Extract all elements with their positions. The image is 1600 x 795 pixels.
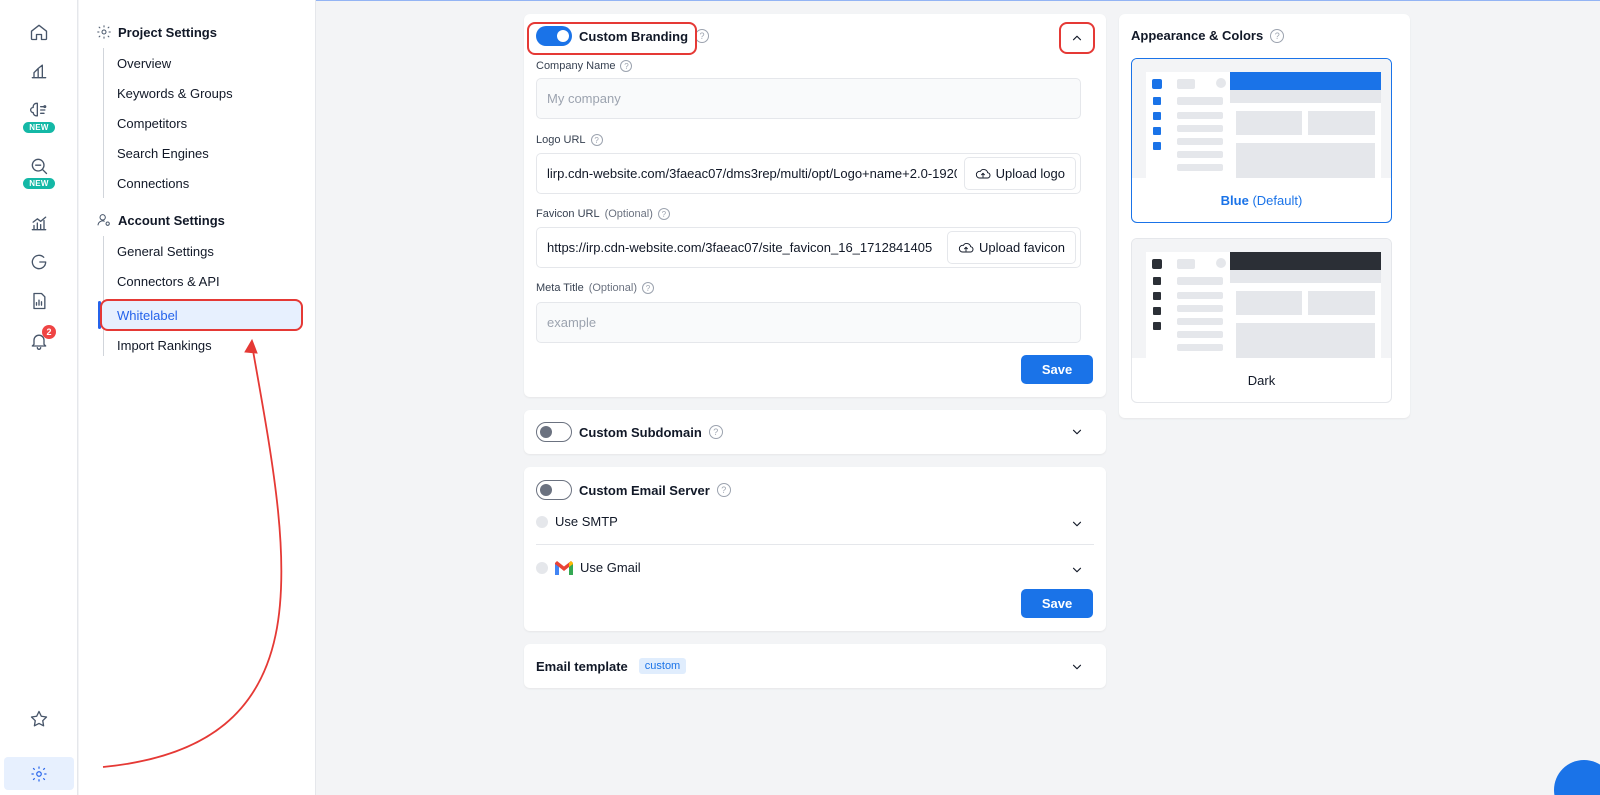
nav-guide-line <box>103 48 104 198</box>
appearance-header: Appearance & Colors ? <box>1131 28 1285 43</box>
custom-email-server-card: Custom Email Server ? Use SMTP Use Gmail… <box>524 467 1106 631</box>
gmail-icon <box>555 560 573 575</box>
custom-tag: custom <box>638 658 687 674</box>
nav-item-connectors-api[interactable]: Connectors & API <box>117 274 220 289</box>
help-icon[interactable]: ? <box>695 29 710 43</box>
new-badge: NEW <box>23 122 55 133</box>
gear-icon <box>31 766 47 781</box>
favicon-url-input[interactable]: https://irp.cdn-website.com/3faeac07/sit… <box>536 227 1081 268</box>
user-gear-icon <box>97 214 110 226</box>
logo-url-input[interactable]: lirp.cdn-website.com/3faeac07/dms3rep/mu… <box>536 153 1081 194</box>
nav-item-competitors[interactable]: Competitors <box>117 116 187 131</box>
theme-blue-preview <box>1132 59 1391 178</box>
divider <box>536 544 1094 545</box>
cloud-upload-icon <box>958 242 974 252</box>
nav-item-import-rankings[interactable]: Import Rankings <box>117 338 212 353</box>
branding-save-button[interactable]: Save <box>1021 355 1093 384</box>
settings-rail-button[interactable] <box>4 757 74 790</box>
favicon-url-value: https://irp.cdn-website.com/3faeac07/sit… <box>547 240 933 255</box>
notification-count: 2 <box>42 325 56 339</box>
use-smtp-option[interactable]: Use SMTP <box>536 514 618 529</box>
favicon-url-label: Favicon URL (Optional)? <box>536 208 670 220</box>
help-icon[interactable]: ? <box>620 60 633 72</box>
nav-item-search-engines[interactable]: Search Engines <box>117 146 209 161</box>
top-border <box>316 0 1600 1</box>
appearance-title: Appearance & Colors <box>1131 28 1264 43</box>
theme-dark-label: Dark <box>1247 372 1276 388</box>
help-icon[interactable]: ? <box>708 425 723 439</box>
nav-item-keywords-groups[interactable]: Keywords & Groups <box>117 86 233 101</box>
custom-subdomain-title: Custom Subdomain <box>579 424 702 440</box>
bar-chart-icon[interactable] <box>0 61 78 81</box>
nav-guide-line <box>103 236 104 356</box>
new-badge: NEW <box>23 178 55 189</box>
company-name-label: Company Name? <box>536 60 633 72</box>
custom-email-server-header: Custom Email Server ? <box>536 480 731 500</box>
help-icon[interactable]: ? <box>716 483 731 497</box>
search-analysis-icon[interactable]: NEW <box>0 156 78 189</box>
chevron-down-icon[interactable] <box>1065 558 1089 582</box>
company-name-input[interactable]: My company <box>536 78 1081 119</box>
logo-url-label: Logo URL? <box>536 134 603 146</box>
account-settings-heading: Account Settings <box>96 212 225 228</box>
custom-email-server-toggle[interactable] <box>536 480 572 500</box>
help-icon[interactable]: ? <box>657 208 670 220</box>
custom-subdomain-header: Custom Subdomain ? <box>536 422 723 442</box>
theme-dark-preview <box>1132 239 1391 358</box>
nav-item-whitelabel[interactable]: Whitelabel <box>100 299 303 331</box>
chevron-down-icon[interactable] <box>1065 512 1089 536</box>
use-gmail-option[interactable]: Use Gmail <box>536 560 641 575</box>
nav-item-overview[interactable]: Overview <box>117 56 171 71</box>
custom-subdomain-toggle[interactable] <box>536 422 572 442</box>
ai-brain-icon[interactable]: NEW <box>0 100 78 133</box>
help-icon[interactable]: ? <box>1270 28 1285 43</box>
upload-logo-button[interactable]: Upload logo <box>963 157 1076 190</box>
nav-item-connections[interactable]: Connections <box>117 176 189 191</box>
custom-email-server-title: Custom Email Server <box>579 482 710 498</box>
chevron-down-icon[interactable] <box>1065 420 1089 444</box>
help-icon[interactable]: ? <box>590 134 603 146</box>
chevron-up-icon[interactable] <box>1065 26 1089 50</box>
gmail-radio[interactable] <box>536 561 548 574</box>
theme-blue-label: Blue (Default) <box>1220 192 1303 208</box>
settings-nav: Project Settings Overview Keywords & Gro… <box>79 0 316 795</box>
theme-blue-option[interactable]: Blue (Default) <box>1131 58 1392 223</box>
report-icon[interactable] <box>0 291 78 311</box>
home-icon[interactable] <box>0 22 78 42</box>
custom-subdomain-card: Custom Subdomain ? <box>524 410 1106 454</box>
custom-branding-toggle[interactable] <box>536 26 572 46</box>
email-template-header: Email template custom <box>536 658 687 674</box>
meta-title-label: Meta Title (Optional)? <box>536 282 654 294</box>
email-template-title: Email template <box>536 658 628 674</box>
trend-chart-icon[interactable] <box>0 213 78 233</box>
custom-branding-title: Custom Branding <box>579 28 689 44</box>
gear-icon <box>97 25 111 39</box>
star-icon[interactable] <box>0 709 78 729</box>
chat-widget-button[interactable] <box>1554 760 1600 795</box>
bell-icon[interactable]: 2 <box>0 325 78 351</box>
custom-branding-card: Custom Branding ? Company Name? My compa… <box>524 14 1106 397</box>
nav-item-general-settings[interactable]: General Settings <box>117 244 214 259</box>
help-icon[interactable]: ? <box>641 282 654 294</box>
chevron-down-icon[interactable] <box>1065 655 1089 679</box>
project-settings-heading: Project Settings <box>96 24 217 40</box>
custom-branding-header: Custom Branding ? <box>536 26 710 46</box>
email-template-card: Email template custom <box>524 644 1106 688</box>
icon-rail: NEW NEW 2 <box>0 0 78 795</box>
email-server-save-button[interactable]: Save <box>1021 589 1093 618</box>
meta-title-input[interactable]: example <box>536 302 1081 343</box>
smtp-radio[interactable] <box>536 515 548 528</box>
logo-url-value: lirp.cdn-website.com/3faeac07/dms3rep/mu… <box>547 166 957 181</box>
theme-dark-option[interactable]: Dark <box>1131 238 1392 403</box>
appearance-card: Appearance & Colors ? Blue (Default) Dar… <box>1119 14 1410 418</box>
upload-favicon-button[interactable]: Upload favicon <box>947 231 1076 264</box>
google-icon[interactable] <box>0 252 78 272</box>
cloud-upload-icon <box>975 168 991 178</box>
